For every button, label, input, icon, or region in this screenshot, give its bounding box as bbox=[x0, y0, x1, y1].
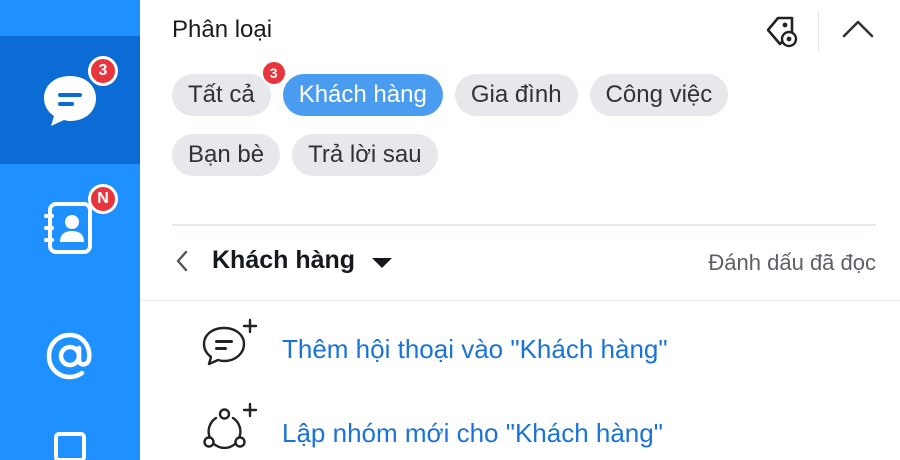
nav-messages[interactable]: 3 bbox=[0, 36, 140, 164]
section-divider bbox=[172, 224, 876, 226]
filter-dropdown-toggle[interactable] bbox=[370, 256, 394, 270]
contacts-badge: N bbox=[88, 184, 118, 214]
create-group-action[interactable]: Lập nhóm mới cho "Khách hàng" bbox=[200, 400, 860, 460]
chevron-left-icon bbox=[176, 250, 188, 272]
create-group-label: Lập nhóm mới cho "Khách hàng" bbox=[282, 418, 663, 448]
chat-plus-icon bbox=[200, 318, 260, 366]
mark-as-read-link[interactable]: Đánh dấu đã đọc bbox=[708, 250, 876, 276]
chip-all-badge: 3 bbox=[260, 60, 287, 86]
app-root: 3 N Phân loại Tất cả 3 Khách hàng Gia đì… bbox=[0, 0, 900, 460]
header-divider bbox=[818, 10, 819, 52]
group-plus-icon bbox=[200, 402, 260, 450]
tag-settings-icon bbox=[766, 16, 798, 48]
chip-friends-label: Bạn bè bbox=[188, 141, 265, 168]
current-filter-name[interactable]: Khách hàng bbox=[212, 246, 355, 275]
nav-more[interactable] bbox=[0, 420, 140, 460]
back-button[interactable] bbox=[172, 246, 192, 276]
contact-book-icon: N bbox=[38, 184, 118, 260]
chip-all[interactable]: Tất cả 3 bbox=[172, 60, 287, 116]
chip-row-2: Bạn bè Trả lời sau bbox=[172, 134, 872, 176]
rail-top-spacer bbox=[0, 0, 140, 36]
add-conversation-action[interactable]: Thêm hội thoại vào "Khách hàng" bbox=[200, 316, 860, 376]
chip-row-1: Tất cả 3 Khách hàng Gia đình Công việc bbox=[172, 60, 872, 116]
chip-customers-label: Khách hàng bbox=[298, 81, 427, 108]
message-icon: 3 bbox=[38, 56, 118, 132]
chip-reply-later[interactable]: Trả lời sau bbox=[292, 134, 438, 176]
chip-work[interactable]: Công việc bbox=[589, 74, 729, 116]
chevron-up-icon bbox=[842, 20, 874, 38]
messages-badge: 3 bbox=[88, 56, 118, 86]
chip-reply-later-label: Trả lời sau bbox=[308, 141, 422, 168]
filter-bar: Khách hàng Đánh dấu đã đọc bbox=[172, 236, 876, 288]
category-panel: Phân loại Tất cả 3 Khách hàng Gia đình C… bbox=[140, 0, 900, 460]
chip-friends[interactable]: Bạn bè bbox=[172, 134, 281, 176]
chip-work-label: Công việc bbox=[605, 81, 713, 108]
category-chips: Tất cả 3 Khách hàng Gia đình Công việc B… bbox=[172, 60, 872, 194]
caret-down-icon bbox=[372, 258, 392, 268]
panel-title: Phân loại bbox=[172, 16, 273, 43]
chip-family[interactable]: Gia đình bbox=[454, 74, 578, 116]
add-conversation-label: Thêm hội thoại vào "Khách hàng" bbox=[282, 334, 668, 364]
chip-customers[interactable]: Khách hàng bbox=[282, 74, 443, 116]
collapse-button[interactable] bbox=[838, 14, 878, 44]
chip-all-label: Tất cả bbox=[188, 81, 255, 108]
checkbox-icon bbox=[54, 432, 86, 460]
nav-contacts[interactable]: N bbox=[0, 164, 140, 292]
chip-family-label: Gia đình bbox=[470, 81, 562, 108]
nav-mentions[interactable] bbox=[0, 292, 140, 420]
filter-bar-divider bbox=[140, 300, 900, 301]
nav-rail: 3 N bbox=[0, 0, 140, 460]
manage-tags-button[interactable] bbox=[762, 12, 800, 50]
at-sign-icon bbox=[38, 324, 102, 388]
